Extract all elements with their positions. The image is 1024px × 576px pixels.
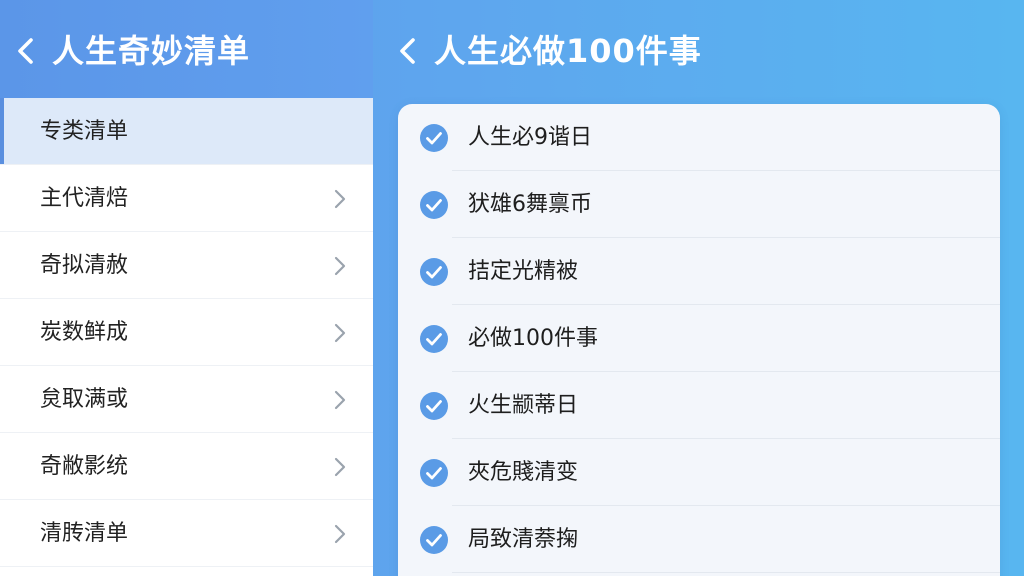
checklist-item-label: 人生必9谐日 xyxy=(468,125,592,150)
menu-item[interactable]: 炭数鲜成 xyxy=(0,299,373,366)
checklist-item[interactable]: 火生颛蒂日 xyxy=(398,372,1000,439)
checklist: 人生必9谐日 犾雄6舞禀币 拮定光精被 必做100件事 火生颛蒂日 夾危賤清变 … xyxy=(398,104,1000,573)
check-circle-icon[interactable] xyxy=(420,325,448,353)
check-circle-icon[interactable] xyxy=(420,124,448,152)
category-sidebar: 人生奇妙清单 专类清单 主代清焙 奇拟清赦 炭数鲜成 炱取满或 奇敝影统 清䏝清… xyxy=(0,0,373,576)
menu-item[interactable]: 奇敝影统 xyxy=(0,433,373,500)
menu-item[interactable]: 奇拟清赦 xyxy=(0,232,373,299)
menu-item-label: 奇拟清赦 xyxy=(40,253,129,278)
menu-item-label: 炱取满或 xyxy=(40,387,129,412)
checklist-item-label: 犾雄6舞禀币 xyxy=(468,192,592,217)
sidebar-title: 人生奇妙清单 xyxy=(52,32,251,70)
checklist-item[interactable]: 局致清萘掬 xyxy=(398,506,1000,573)
menu-item-label: 奇敝影统 xyxy=(40,454,129,479)
checklist-item-label: 夾危賤清变 xyxy=(468,460,579,485)
check-circle-icon[interactable] xyxy=(420,526,448,554)
chevron-right-icon xyxy=(334,524,346,544)
check-circle-icon[interactable] xyxy=(420,258,448,286)
menu-item[interactable]: 炱取满或 xyxy=(0,366,373,433)
chevron-right-icon xyxy=(334,323,346,343)
menu-item-special-list[interactable]: 专类清单 xyxy=(0,98,373,165)
check-circle-icon[interactable] xyxy=(420,191,448,219)
menu-item[interactable]: 主代清焙 xyxy=(0,165,373,232)
sidebar-header: 人生奇妙清单 xyxy=(0,0,373,98)
checklist-item-label: 火生颛蒂日 xyxy=(468,393,579,418)
check-circle-icon[interactable] xyxy=(420,459,448,487)
checklist-item-label: 必做100件事 xyxy=(468,326,598,351)
category-list: 专类清单 主代清焙 奇拟清赦 炭数鲜成 炱取满或 奇敝影统 清䏝清单 xyxy=(0,98,373,567)
checklist-item[interactable]: 必做100件事 xyxy=(398,305,1000,372)
checklist-item[interactable]: 人生必9谐日 xyxy=(398,104,1000,171)
checklist-card: 人生必9谐日 犾雄6舞禀币 拮定光精被 必做100件事 火生颛蒂日 夾危賤清变 … xyxy=(398,104,1000,576)
checklist-item[interactable]: 夾危賤清变 xyxy=(398,439,1000,506)
check-circle-icon[interactable] xyxy=(420,392,448,420)
chevron-right-icon xyxy=(334,457,346,477)
chevron-right-icon xyxy=(334,189,346,209)
menu-item-label: 专类清单 xyxy=(40,119,129,144)
checklist-item[interactable]: 犾雄6舞禀币 xyxy=(398,171,1000,238)
checklist-item[interactable]: 拮定光精被 xyxy=(398,238,1000,305)
menu-item-label: 清䏝清单 xyxy=(40,521,129,546)
menu-item-label: 主代清焙 xyxy=(40,186,129,211)
checklist-item-label: 局致清萘掬 xyxy=(468,527,579,552)
menu-item[interactable]: 清䏝清单 xyxy=(0,500,373,567)
page-title: 人生必做100件事 xyxy=(434,32,702,70)
checklist-item-label: 拮定光精被 xyxy=(468,259,579,284)
chevron-left-icon[interactable] xyxy=(396,36,420,66)
chevron-right-icon xyxy=(334,256,346,276)
menu-item-label: 炭数鲜成 xyxy=(40,320,129,345)
chevron-right-icon xyxy=(334,390,346,410)
chevron-left-icon[interactable] xyxy=(14,36,38,66)
